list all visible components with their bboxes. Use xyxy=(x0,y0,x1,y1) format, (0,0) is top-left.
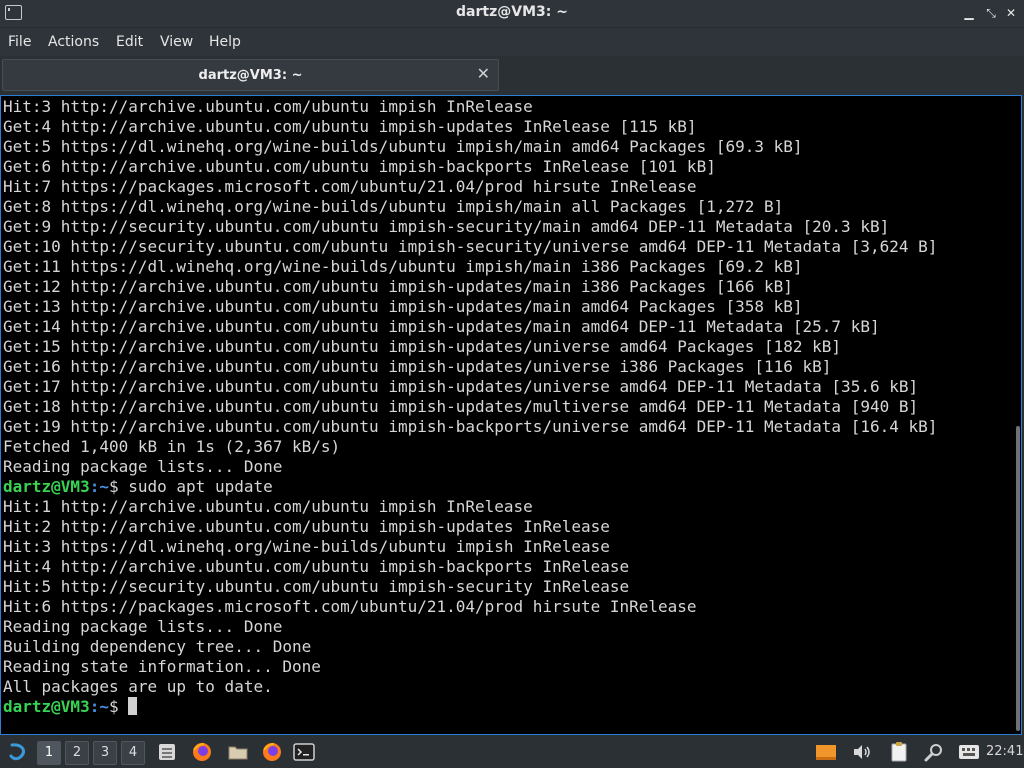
window-title: dartz@VM3: ~ xyxy=(456,4,568,20)
terminal-line: Get:10 http://security.ubuntu.com/ubuntu… xyxy=(3,237,938,256)
menu-help[interactable]: Help xyxy=(209,34,241,50)
terminal-line: dartz@VM3:~$ sudo apt update xyxy=(3,477,1013,497)
lxqt-menu-icon[interactable] xyxy=(6,740,30,764)
tab-label: dartz@VM3: ~ xyxy=(198,68,303,83)
terminal-line: Get:13 http://archive.ubuntu.com/ubuntu … xyxy=(3,297,803,316)
terminal-line: Get:15 http://archive.ubuntu.com/ubuntu … xyxy=(3,337,842,356)
close-window-button[interactable]: ✕ xyxy=(1002,4,1020,22)
maximize-button[interactable]: ⤡ xyxy=(982,4,1000,22)
menu-file[interactable]: File xyxy=(8,34,31,50)
menu-edit[interactable]: Edit xyxy=(116,34,143,50)
menu-bar: File Actions Edit View Help xyxy=(0,27,1024,56)
terminal-line: Get:12 http://archive.ubuntu.com/ubuntu … xyxy=(3,277,793,296)
minimize-button[interactable]: ▁ xyxy=(960,4,978,22)
terminal-line: Hit:5 http://security.ubuntu.com/ubuntu … xyxy=(3,577,630,596)
menu-view[interactable]: View xyxy=(160,34,193,50)
terminal-line: Reading state information... Done xyxy=(3,657,321,676)
tab-bar: dartz@VM3: ~ ✕ xyxy=(0,56,1024,93)
terminal-scrollbar[interactable] xyxy=(1016,426,1020,731)
terminal-view[interactable]: Hit:3 http://archive.ubuntu.com/ubuntu i… xyxy=(0,95,1022,735)
terminal-line: Hit:6 https://packages.microsoft.com/ubu… xyxy=(3,597,697,616)
terminal-line: Get:17 http://archive.ubuntu.com/ubuntu … xyxy=(3,377,919,396)
terminal-output: Hit:3 http://archive.ubuntu.com/ubuntu i… xyxy=(3,97,1013,717)
workspace-2[interactable]: 2 xyxy=(65,741,89,765)
prompt-path: :~ xyxy=(89,477,109,496)
folder-icon[interactable] xyxy=(226,740,250,764)
terminal-line: Hit:7 https://packages.microsoft.com/ubu… xyxy=(3,177,697,196)
terminal-line: Hit:2 http://archive.ubuntu.com/ubuntu i… xyxy=(3,517,610,536)
orange-app-icon[interactable] xyxy=(814,740,838,764)
terminal-cursor xyxy=(128,697,138,715)
keyboard-layout-icon[interactable] xyxy=(957,740,981,764)
terminal-line: Hit:3 http://archive.ubuntu.com/ubuntu i… xyxy=(3,97,533,116)
menu-actions[interactable]: Actions xyxy=(48,34,99,50)
volume-icon[interactable] xyxy=(850,740,874,764)
terminal-line: Get:16 http://archive.ubuntu.com/ubuntu … xyxy=(3,357,832,376)
terminal-line: Get:19 http://archive.ubuntu.com/ubuntu … xyxy=(3,417,938,436)
workspace-4[interactable]: 4 xyxy=(121,741,145,765)
firefox-icon[interactable] xyxy=(190,740,214,764)
terminal-line: Get:4 http://archive.ubuntu.com/ubuntu i… xyxy=(3,117,697,136)
terminal-line: Reading package lists... Done xyxy=(3,617,283,636)
terminal-line: Get:11 https://dl.winehq.org/wine-builds… xyxy=(3,257,803,276)
file-manager-icon[interactable] xyxy=(155,740,179,764)
command-text: sudo apt update xyxy=(118,477,273,496)
prompt-user-host: dartz@VM3 xyxy=(3,477,90,496)
taskbar: 1 2 3 4 22:41 xyxy=(0,736,1024,768)
terminal-icon[interactable] xyxy=(292,740,316,764)
prompt-user-host: dartz@VM3 xyxy=(3,697,90,716)
window-titlebar[interactable]: dartz@VM3: ~ ▁ ⤡ ✕ xyxy=(0,0,1024,27)
prompt-symbol: $ xyxy=(108,697,119,716)
terminal-line: Get:18 http://archive.ubuntu.com/ubuntu … xyxy=(3,397,919,416)
firefox-icon[interactable] xyxy=(260,740,284,764)
terminal-line: Hit:1 http://archive.ubuntu.com/ubuntu i… xyxy=(3,497,533,516)
terminal-line: All packages are up to date. xyxy=(3,677,273,696)
terminal-line: Get:6 http://archive.ubuntu.com/ubuntu i… xyxy=(3,157,716,176)
command-text xyxy=(119,697,129,716)
search-icon[interactable] xyxy=(922,740,946,764)
prompt-path: :~ xyxy=(89,697,109,716)
workspace-3[interactable]: 3 xyxy=(93,741,117,765)
terminal-line: Get:8 https://dl.winehq.org/wine-builds/… xyxy=(3,197,784,216)
clipboard-icon[interactable] xyxy=(887,740,911,764)
terminal-line: dartz@VM3:~$ xyxy=(3,697,1013,717)
clock[interactable]: 22:41 xyxy=(986,744,1023,759)
tab-close-icon[interactable]: ✕ xyxy=(477,64,490,83)
terminal-line: Reading package lists... Done xyxy=(3,457,283,476)
terminal-line: Fetched 1,400 kB in 1s (2,367 kB/s) xyxy=(3,437,341,456)
tab-terminal[interactable]: dartz@VM3: ~ ✕ xyxy=(2,59,499,91)
terminal-line: Get:9 http://security.ubuntu.com/ubuntu … xyxy=(3,217,890,236)
terminal-line: Hit:3 https://dl.winehq.org/wine-builds/… xyxy=(3,537,610,556)
terminal-line: Get:14 http://archive.ubuntu.com/ubuntu … xyxy=(3,317,880,336)
workspace-1[interactable]: 1 xyxy=(37,741,61,765)
terminal-line: Building dependency tree... Done xyxy=(3,637,312,656)
terminal-line: Get:5 https://dl.winehq.org/wine-builds/… xyxy=(3,137,803,156)
terminal-line: Hit:4 http://archive.ubuntu.com/ubuntu i… xyxy=(3,557,630,576)
prompt-symbol: $ xyxy=(108,477,119,496)
